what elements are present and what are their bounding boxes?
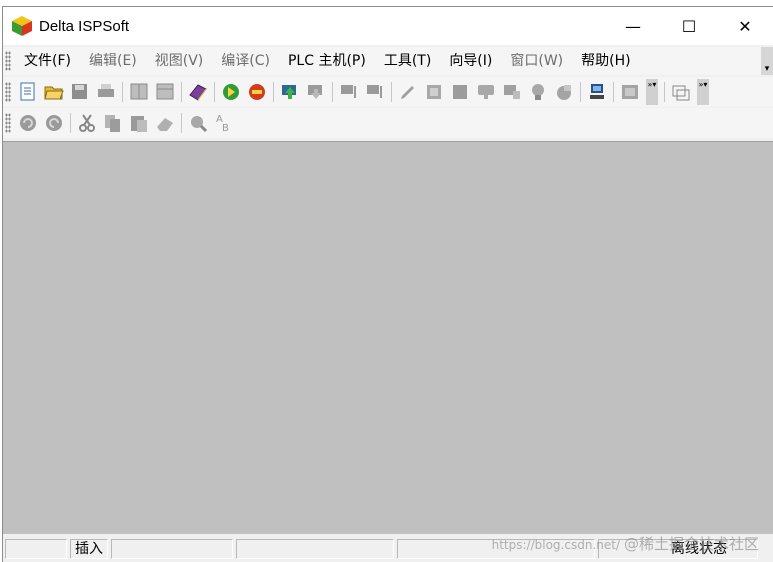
- find-icon[interactable]: [187, 112, 209, 134]
- window-title: Delta ISPSoft: [39, 17, 130, 35]
- status-cell-3: [111, 538, 233, 559]
- minimize-button[interactable]: —: [605, 7, 661, 45]
- comment-icon[interactable]: [475, 81, 497, 103]
- communication-icon[interactable]: [619, 81, 641, 103]
- close-button[interactable]: ✕: [717, 7, 773, 45]
- toolbar-separator: [273, 82, 274, 102]
- window-controls: — ☐ ✕: [605, 7, 773, 45]
- toolbar-overflow-icon[interactable]: »▾: [697, 79, 709, 105]
- download-icon[interactable]: [305, 81, 327, 103]
- stop-icon[interactable]: [246, 81, 268, 103]
- menu-view[interactable]: 视图(V): [146, 49, 213, 73]
- status-mode: 插入: [70, 538, 108, 559]
- network-icon[interactable]: [586, 81, 608, 103]
- replace-icon[interactable]: AB: [213, 112, 235, 134]
- toolbar-separator: [70, 113, 71, 133]
- toolbar-grip-icon[interactable]: [5, 51, 11, 71]
- copy-icon[interactable]: [102, 112, 124, 134]
- new-file-icon[interactable]: [17, 81, 39, 103]
- menu-bar: 文件(F) 编辑(E) 视图(V) 编译(C) PLC 主机(P) 工具(T) …: [3, 47, 773, 75]
- menu-window[interactable]: 窗口(W): [501, 49, 572, 73]
- upload-icon[interactable]: [279, 81, 301, 103]
- undo-icon[interactable]: [17, 112, 39, 134]
- toolbar-separator: [181, 113, 182, 133]
- menu-plc-host[interactable]: PLC 主机(P): [279, 49, 375, 73]
- app-window: Delta ISPSoft — ☐ ✕ 文件(F) 编辑(E) 视图(V) 编译…: [2, 6, 773, 562]
- toolbar-separator: [122, 82, 123, 102]
- status-connection: 离线状态: [598, 538, 758, 559]
- panel-view-icon[interactable]: [154, 81, 176, 103]
- open-folder-icon[interactable]: [43, 81, 65, 103]
- toolbar-separator: [580, 82, 581, 102]
- title-bar[interactable]: Delta ISPSoft — ☐ ✕: [3, 7, 773, 45]
- monitor-on-icon[interactable]: [338, 81, 360, 103]
- paste-icon[interactable]: [128, 112, 150, 134]
- print-icon[interactable]: [95, 81, 117, 103]
- device-comment-icon[interactable]: [501, 81, 523, 103]
- toolbar-separator: [214, 82, 215, 102]
- split-view-icon[interactable]: [128, 81, 150, 103]
- toolbar-separator: [181, 82, 182, 102]
- toolbar-grip-icon[interactable]: [5, 82, 11, 102]
- toolbar-separator: [613, 82, 614, 102]
- monitor-off-icon[interactable]: [364, 81, 386, 103]
- redo-icon[interactable]: [43, 112, 65, 134]
- status-bar: 插入 离线状态: [3, 534, 773, 562]
- edit-pen-icon[interactable]: [397, 81, 419, 103]
- edit-grid-icon[interactable]: [449, 81, 471, 103]
- edit-toolbar: AB: [3, 108, 773, 138]
- toolbar-separator: [664, 82, 665, 102]
- menu-file[interactable]: 文件(F): [15, 49, 80, 73]
- menu-overflow-icon[interactable]: ▾: [761, 47, 773, 75]
- maximize-button[interactable]: ☐: [661, 7, 717, 45]
- menu-compile[interactable]: 编译(C): [212, 49, 279, 73]
- bulb-icon[interactable]: [527, 81, 549, 103]
- menu-tools[interactable]: 工具(T): [375, 49, 440, 73]
- menu-wizard[interactable]: 向导(I): [440, 49, 501, 73]
- toolbar-separator: [332, 82, 333, 102]
- app-cube-icon: [12, 16, 32, 36]
- svg-text:B: B: [222, 123, 229, 134]
- menu-help[interactable]: 帮助(H): [572, 49, 639, 73]
- edit-table-icon[interactable]: [423, 81, 445, 103]
- cut-icon[interactable]: [76, 112, 98, 134]
- window-icon[interactable]: [670, 81, 692, 103]
- toolbar-separator: [391, 82, 392, 102]
- erase-icon[interactable]: [154, 112, 176, 134]
- menu-edit[interactable]: 编辑(E): [80, 49, 146, 73]
- save-icon[interactable]: [69, 81, 91, 103]
- status-cell-1: [5, 538, 67, 559]
- book-icon[interactable]: [187, 81, 209, 103]
- main-toolbar: »▾ »▾: [3, 77, 773, 107]
- toolbar-overflow-icon[interactable]: »▾: [646, 79, 658, 105]
- run-icon[interactable]: [220, 81, 242, 103]
- status-cell-4: [236, 538, 394, 559]
- workspace-area[interactable]: [3, 141, 773, 534]
- toolbar-grip-icon[interactable]: [5, 113, 11, 133]
- device-list-icon[interactable]: [553, 81, 575, 103]
- status-cell-5: [397, 538, 595, 559]
